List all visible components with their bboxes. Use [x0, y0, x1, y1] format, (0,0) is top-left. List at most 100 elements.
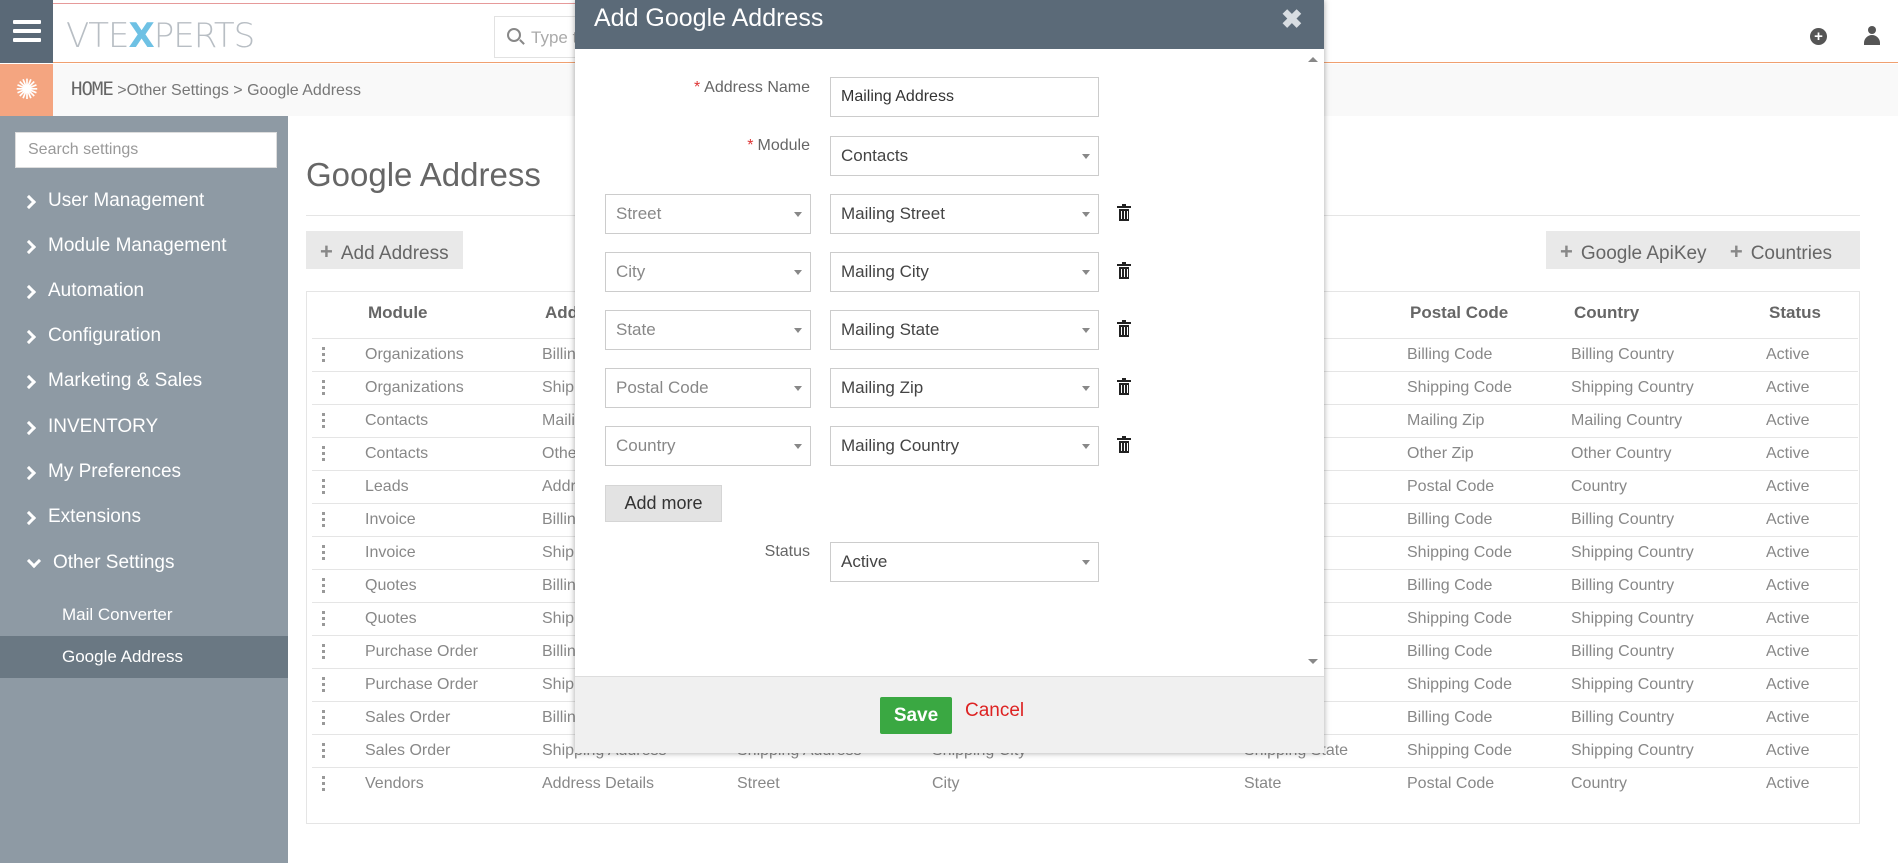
column-header-status[interactable]: Status: [1769, 303, 1821, 323]
table-cell-module: Leads: [365, 478, 409, 495]
table-cell-status: Active: [1766, 709, 1810, 726]
table-cell-country: Billing Country: [1571, 511, 1675, 528]
sidebar-item-module-management[interactable]: Module Management: [0, 235, 288, 273]
sidebar-item-other-settings[interactable]: Other Settings: [0, 552, 288, 590]
table-cell-c5: State: [1244, 775, 1282, 792]
table-cell-addr: Billin: [542, 511, 576, 528]
drag-handle-icon[interactable]: [322, 446, 326, 462]
table-cell-module: Invoice: [365, 511, 416, 528]
column-header-country[interactable]: Country: [1574, 303, 1639, 323]
table-cell-country: Country: [1571, 478, 1628, 495]
breadcrumb-home[interactable]: HOME: [71, 78, 114, 100]
table-cell-postal: Billing Code: [1407, 346, 1493, 363]
trash-icon[interactable]: [1117, 320, 1131, 338]
table-cell-postal: Mailing Zip: [1407, 412, 1485, 429]
sidebar-item-marketing-sales[interactable]: Marketing & Sales: [0, 370, 288, 408]
module-select[interactable]: Contacts: [830, 136, 1099, 176]
table-cell-status: Active: [1766, 412, 1810, 429]
table-cell-status: Active: [1766, 610, 1810, 627]
sidebar-item-my-preferences[interactable]: My Preferences: [0, 461, 288, 499]
logo[interactable]: VTEXPERTS: [66, 16, 255, 56]
mapped-field-select[interactable]: Mailing State: [830, 310, 1099, 350]
column-header-address[interactable]: Add: [545, 303, 578, 323]
breadcrumb-other-settings[interactable]: Other Settings: [127, 82, 229, 99]
chevron-down-icon: [1082, 270, 1090, 275]
mapped-field-select[interactable]: Mailing Street: [830, 194, 1099, 234]
settings-search-input[interactable]: Search settings: [15, 132, 277, 168]
drag-handle-icon[interactable]: [322, 413, 326, 429]
table-cell-country: Billing Country: [1571, 346, 1675, 363]
address-name-input[interactable]: Mailing Address: [830, 77, 1099, 117]
settings-gear-icon[interactable]: ✺: [0, 64, 53, 116]
page-title: Google Address: [306, 156, 541, 193]
table-cell-postal: Billing Code: [1407, 577, 1493, 594]
column-header-postal-code[interactable]: Postal Code: [1410, 303, 1508, 323]
drag-handle-icon[interactable]: [322, 776, 326, 792]
menu-icon[interactable]: [0, 0, 53, 63]
sidebar-item-inventory[interactable]: INVENTORY: [0, 416, 288, 454]
mapped-field-select[interactable]: Mailing City: [830, 252, 1099, 292]
drag-handle-icon[interactable]: [322, 512, 326, 528]
chevron-down-icon: [1082, 154, 1090, 159]
column-header-module[interactable]: Module: [368, 303, 428, 323]
address-field-select[interactable]: City: [605, 252, 811, 292]
mapped-field-select[interactable]: Mailing Zip: [830, 368, 1099, 408]
trash-icon[interactable]: [1117, 262, 1131, 280]
chevron-right-icon: [21, 329, 37, 345]
add-address-button[interactable]: + Add Address: [306, 231, 463, 269]
chevron-right-icon: [21, 420, 37, 436]
status-select[interactable]: Active: [830, 542, 1099, 582]
address-field-select[interactable]: Postal Code: [605, 368, 811, 408]
table-cell-module: Sales Order: [365, 709, 451, 726]
drag-handle-icon[interactable]: [322, 479, 326, 495]
close-icon[interactable]: ✖: [1281, 4, 1303, 35]
trash-icon[interactable]: [1117, 378, 1131, 396]
table-cell-postal: Billing Code: [1407, 643, 1493, 660]
drag-handle-icon[interactable]: [322, 743, 326, 759]
chevron-down-icon: [794, 444, 802, 449]
table-cell-addr: Billin: [542, 643, 576, 660]
sidebar-item-extensions[interactable]: Extensions: [0, 506, 288, 544]
drag-handle-icon[interactable]: [322, 545, 326, 561]
drag-handle-icon[interactable]: [322, 677, 326, 693]
chevron-down-icon: [1082, 444, 1090, 449]
chevron-right-icon: [21, 510, 37, 526]
address-field-select[interactable]: Country: [605, 426, 811, 466]
plus-icon: +: [1560, 239, 1573, 264]
user-icon[interactable]: [1862, 26, 1882, 46]
table-row[interactable]: Vendors Address Details Street City State Pos…: [312, 767, 1858, 800]
sidebar-item-configuration[interactable]: Configuration: [0, 325, 288, 363]
chevron-down-icon: [794, 212, 802, 217]
chevron-right-icon: [21, 374, 37, 390]
quick-create-icon[interactable]: +: [1810, 28, 1827, 45]
cancel-button[interactable]: Cancel: [965, 700, 1024, 722]
table-cell-country: Shipping Country: [1571, 742, 1694, 759]
add-more-button[interactable]: Add more: [605, 485, 722, 522]
sidebar-subitem-google-address[interactable]: Google Address: [0, 636, 288, 678]
trash-icon[interactable]: [1117, 436, 1131, 454]
address-field-select[interactable]: Street: [605, 194, 811, 234]
table-cell-country: Country: [1571, 775, 1628, 792]
drag-handle-icon[interactable]: [322, 380, 326, 396]
table-cell-country: Shipping Country: [1571, 544, 1694, 561]
notification-strip: [18, 0, 578, 4]
trash-icon[interactable]: [1117, 204, 1131, 222]
drag-handle-icon[interactable]: [322, 578, 326, 594]
scroll-down-icon[interactable]: [1308, 659, 1318, 664]
drag-handle-icon[interactable]: [322, 710, 326, 726]
breadcrumb: HOME >Other Settings > Google Address: [71, 78, 361, 100]
address-field-select[interactable]: State: [605, 310, 811, 350]
mapped-field-select[interactable]: Mailing Country: [830, 426, 1099, 466]
drag-handle-icon[interactable]: [322, 644, 326, 660]
modal-scrollbar[interactable]: [1302, 49, 1324, 675]
scroll-up-icon[interactable]: [1308, 57, 1318, 62]
countries-button[interactable]: + Countries: [1730, 239, 1832, 264]
google-apikey-button[interactable]: + Google ApiKey: [1560, 239, 1707, 264]
sidebar-subitem-mail-converter[interactable]: Mail Converter: [0, 594, 288, 636]
sidebar-item-user-management[interactable]: User Management: [0, 190, 288, 228]
drag-handle-icon[interactable]: [322, 611, 326, 627]
modal-footer: Save Cancel: [575, 676, 1324, 753]
sidebar-item-automation[interactable]: Automation: [0, 280, 288, 318]
save-button[interactable]: Save: [880, 697, 952, 734]
drag-handle-icon[interactable]: [322, 347, 326, 363]
